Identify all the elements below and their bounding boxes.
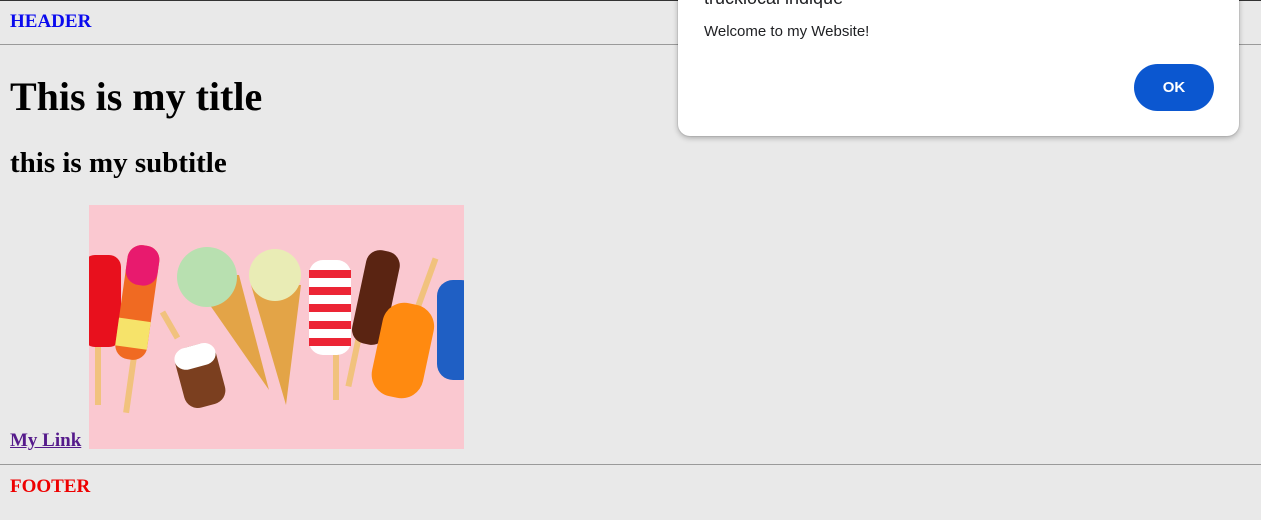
dialog-message: Welcome to my Website! xyxy=(704,23,870,40)
page-subtitle: this is my subtitle xyxy=(10,147,227,179)
page-title: This is my title xyxy=(10,74,263,119)
ice-cream-image xyxy=(89,205,464,449)
alert-dialog: truckiocal indique Welcome to my Website… xyxy=(678,0,1239,136)
dialog-origin: truckiocal indique xyxy=(704,0,843,9)
ok-button[interactable]: OK xyxy=(1134,64,1214,111)
page-header: HEADER xyxy=(10,11,92,32)
my-link[interactable]: My Link xyxy=(10,430,81,452)
page-footer: FOOTER xyxy=(10,476,91,497)
ice-cream-illustration xyxy=(89,205,464,449)
footer-divider xyxy=(0,464,1261,465)
